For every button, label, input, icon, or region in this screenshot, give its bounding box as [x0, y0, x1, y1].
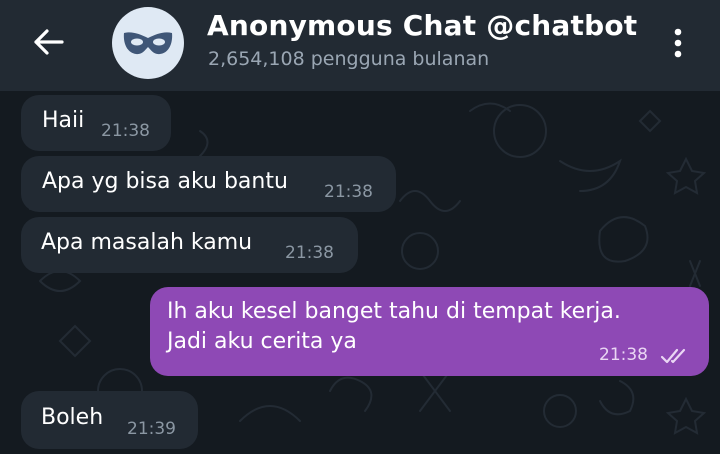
back-button[interactable]	[30, 28, 70, 56]
chat-wallpaper: Haii 21:38 Apa yg bisa aku bantu 21:38 A…	[0, 91, 720, 454]
message-time: 21:38	[599, 345, 648, 365]
chat-subtitle: 2,654,108 pengguna bulanan	[208, 48, 490, 70]
message-time: 21:38	[285, 243, 334, 263]
message-bubble-incoming[interactable]: Boleh 21:39	[21, 391, 198, 449]
message-bubble-incoming[interactable]: Haii 21:38	[21, 95, 171, 151]
avatar[interactable]	[112, 7, 184, 79]
more-vertical-icon	[674, 28, 682, 58]
message-bubble-incoming[interactable]: Apa yg bisa aku bantu 21:38	[21, 156, 396, 212]
arrow-left-icon	[34, 29, 64, 55]
chat-title[interactable]: Anonymous Chat @chatbot	[207, 9, 637, 42]
message-time: 21:39	[127, 419, 176, 439]
message-text: Apa yg bisa aku bantu	[42, 169, 288, 194]
message-text-line-2: Jadi aku cerita ya	[167, 329, 357, 354]
message-text: Haii	[42, 108, 85, 133]
message-text-line-1: Ih aku kesel banget tahu di tempat kerja…	[167, 299, 621, 324]
mask-icon	[123, 32, 173, 55]
chat-header: Anonymous Chat @chatbot 2,654,108 penggu…	[0, 0, 720, 91]
more-menu-button[interactable]	[664, 26, 692, 60]
message-time: 21:38	[101, 121, 150, 141]
message-time: 21:38	[324, 182, 373, 202]
double-check-icon	[660, 348, 686, 364]
message-text: Boleh	[41, 405, 104, 430]
message-bubble-outgoing[interactable]: Ih aku kesel banget tahu di tempat kerja…	[150, 287, 709, 376]
message-bubble-incoming[interactable]: Apa masalah kamu 21:38	[21, 217, 358, 273]
message-text: Apa masalah kamu	[41, 230, 253, 255]
